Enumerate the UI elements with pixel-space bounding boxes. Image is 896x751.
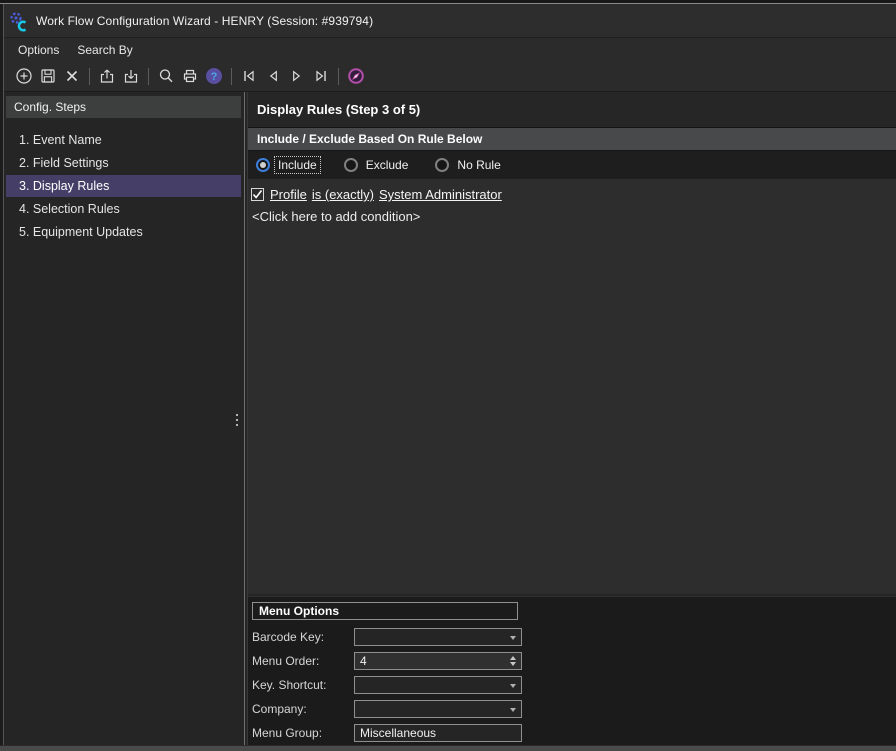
menu-options[interactable]: Options (9, 40, 68, 60)
box-arrow-down-icon (122, 67, 140, 85)
window-title: Work Flow Configuration Wizard - HENRY (… (36, 14, 373, 28)
condition-operator-link[interactable]: is (exactly) (312, 187, 374, 202)
printer-icon (181, 67, 199, 85)
previous-record-button[interactable] (261, 64, 285, 88)
floppy-icon (39, 67, 57, 85)
magnifier-icon (157, 67, 175, 85)
barcode-key-combobox[interactable] (354, 628, 522, 646)
window-left-border (0, 4, 4, 745)
splitter-grip-icon[interactable] (235, 414, 239, 429)
nav-last-icon (312, 67, 330, 85)
spinner-up-icon[interactable] (510, 656, 516, 660)
print-button[interactable] (178, 64, 202, 88)
sidebar-items: 1. Event Name 2. Field Settings 3. Displ… (5, 129, 242, 243)
radio-exclude-circle[interactable] (344, 158, 358, 172)
circle-plus-icon (15, 67, 33, 85)
toolbar-separator (338, 68, 339, 85)
import-button[interactable] (119, 64, 143, 88)
toolbar-separator (89, 68, 90, 85)
menu-group-input[interactable]: Miscellaneous (354, 724, 522, 742)
menu-options-panel: Menu Options Barcode Key: Menu Order: 4 (248, 596, 896, 745)
sidebar-item-field-settings[interactable]: 2. Field Settings (6, 152, 241, 174)
sidebar-item-event-name[interactable]: 1. Event Name (6, 129, 241, 151)
radio-no-rule-label[interactable]: No Rule (454, 157, 503, 173)
sidebar-item-selection-rules[interactable]: 4. Selection Rules (6, 198, 241, 220)
radio-exclude-label[interactable]: Exclude (363, 157, 412, 173)
menu-order-row: Menu Order: 4 (252, 652, 348, 670)
radio-exclude[interactable]: Exclude (344, 157, 412, 173)
conditions-panel: Profile is (exactly) System Administrato… (248, 179, 896, 594)
question-circle-icon: ? (205, 67, 223, 85)
condition-field-link[interactable]: Profile (270, 187, 307, 202)
toolbar-separator (231, 68, 232, 85)
app-logo-icon (8, 10, 30, 32)
condition-value-link[interactable]: System Administrator (379, 187, 502, 202)
compass-icon (347, 67, 365, 85)
navigate-button[interactable] (344, 64, 368, 88)
help-button[interactable]: ? (202, 64, 226, 88)
export-button[interactable] (95, 64, 119, 88)
key-shortcut-label: Key. Shortcut: (252, 676, 348, 694)
sidebar-item-display-rules[interactable]: 3. Display Rules (6, 175, 241, 197)
new-button[interactable] (12, 64, 36, 88)
main-panel: Display Rules (Step 3 of 5) Include / Ex… (248, 92, 896, 745)
nav-first-icon (240, 67, 258, 85)
first-record-button[interactable] (237, 64, 261, 88)
svg-text:?: ? (211, 71, 218, 83)
menu-options-header: Menu Options (252, 602, 518, 620)
chevron-down-icon[interactable] (510, 636, 516, 640)
x-icon (63, 67, 81, 85)
nav-next-icon (288, 67, 306, 85)
toolbar-separator (148, 68, 149, 85)
menu-bar: Options Search By (0, 37, 896, 61)
sidebar-item-equipment-updates[interactable]: 5. Equipment Updates (6, 221, 241, 243)
company-label: Company: (252, 700, 348, 718)
config-steps-sidebar: Config. Steps 1. Event Name 2. Field Set… (5, 92, 242, 745)
rule-type-radio-group: Include Exclude No Rule (248, 151, 896, 179)
menu-order-spinner[interactable]: 4 (354, 652, 522, 670)
content-area: Config. Steps 1. Event Name 2. Field Set… (0, 92, 896, 745)
title-bar[interactable]: Work Flow Configuration Wizard - HENRY (… (0, 4, 896, 37)
delete-button[interactable] (60, 64, 84, 88)
barcode-key-label: Barcode Key: (252, 628, 348, 646)
menu-group-label: Menu Group: (252, 724, 348, 742)
next-record-button[interactable] (285, 64, 309, 88)
radio-no-rule-circle[interactable] (435, 158, 449, 172)
condition-row: Profile is (exactly) System Administrato… (251, 187, 896, 202)
radio-no-rule[interactable]: No Rule (435, 157, 503, 173)
nav-previous-icon (264, 67, 282, 85)
radio-include-circle[interactable] (256, 158, 270, 172)
window-bottom-border (0, 745, 896, 751)
menu-order-label: Menu Order: (252, 652, 348, 670)
radio-include[interactable]: Include (256, 157, 320, 173)
barcode-key-row: Barcode Key: (252, 628, 348, 646)
add-condition-link[interactable]: <Click here to add condition> (252, 209, 896, 224)
app-window: Work Flow Configuration Wizard - HENRY (… (0, 0, 896, 751)
chevron-down-icon[interactable] (510, 708, 516, 712)
window-top-border (0, 0, 896, 4)
chevron-down-icon[interactable] (510, 684, 516, 688)
toolbar: ? (0, 61, 896, 92)
radio-include-label[interactable]: Include (275, 157, 320, 173)
spinner-down-icon[interactable] (510, 662, 516, 666)
page-title: Display Rules (Step 3 of 5) (248, 92, 896, 127)
menu-group-row: Menu Group: Miscellaneous (252, 724, 348, 742)
menu-search-by[interactable]: Search By (68, 40, 141, 60)
rule-section-header: Include / Exclude Based On Rule Below (248, 127, 896, 151)
sidebar-header: Config. Steps (6, 96, 241, 118)
last-record-button[interactable] (309, 64, 333, 88)
company-combobox[interactable] (354, 700, 522, 718)
check-icon (252, 189, 263, 200)
key-shortcut-row: Key. Shortcut: (252, 676, 348, 694)
search-button[interactable] (154, 64, 178, 88)
condition-checkbox[interactable] (251, 188, 264, 201)
box-arrow-up-icon (98, 67, 116, 85)
save-button[interactable] (36, 64, 60, 88)
key-shortcut-combobox[interactable] (354, 676, 522, 694)
company-row: Company: (252, 700, 348, 718)
